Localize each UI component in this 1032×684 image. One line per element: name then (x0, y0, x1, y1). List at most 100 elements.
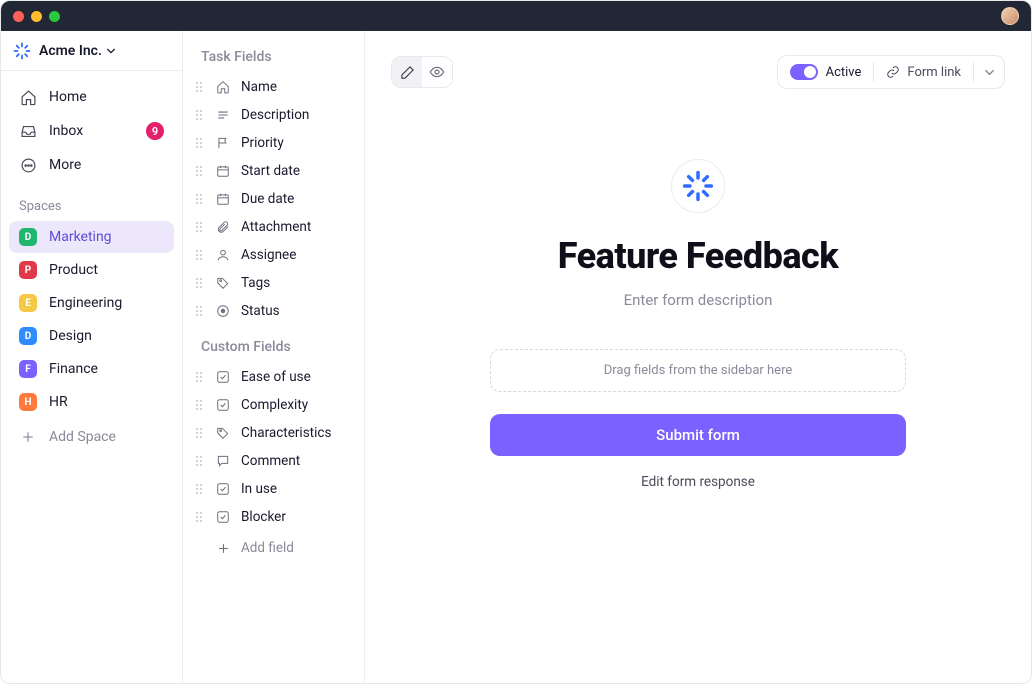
drag-handle-icon[interactable] (195, 427, 205, 439)
field-description[interactable]: Description (183, 101, 364, 129)
minimize-window-button[interactable] (31, 11, 42, 22)
space-label: Engineering (49, 295, 122, 311)
check-icon (215, 397, 231, 413)
field-complexity[interactable]: Complexity (183, 391, 364, 419)
nav-home[interactable]: Home (9, 81, 174, 113)
space-label: Marketing (49, 229, 112, 245)
form-title[interactable]: Feature Feedback (558, 235, 839, 277)
field-assignee[interactable]: Assignee (183, 241, 364, 269)
status-icon (215, 303, 231, 319)
field-label: In use (241, 481, 277, 497)
drag-handle-icon[interactable] (195, 371, 205, 383)
view-mode-group (391, 56, 453, 88)
tag-icon (215, 425, 231, 441)
chevron-down-icon (106, 46, 116, 56)
field-status[interactable]: Status (183, 297, 364, 325)
more-icon (19, 156, 37, 174)
field-name[interactable]: Name (183, 73, 364, 101)
field-label: Description (241, 107, 309, 123)
field-label: Start date (241, 163, 300, 179)
drag-handle-icon[interactable] (195, 399, 205, 411)
drag-handle-icon[interactable] (195, 137, 205, 149)
main-area: Active Form link Feature (365, 31, 1031, 683)
nav-label: Home (49, 89, 87, 105)
space-item-engineering[interactable]: EEngineering (9, 287, 174, 319)
field-attachment[interactable]: Attachment (183, 213, 364, 241)
field-priority[interactable]: Priority (183, 129, 364, 157)
field-comment[interactable]: Comment (183, 447, 364, 475)
chevron-down-icon (984, 67, 995, 78)
task-fields-header: Task Fields (183, 45, 364, 73)
maximize-window-button[interactable] (49, 11, 60, 22)
home-icon (19, 88, 37, 106)
field-due-date[interactable]: Due date (183, 185, 364, 213)
window-titlebar (1, 1, 1031, 31)
field-label: Priority (241, 135, 284, 151)
add-field-button[interactable]: Add field (183, 533, 364, 563)
active-toggle-label: Active (826, 65, 862, 80)
add-space-button[interactable]: Add Space (9, 421, 174, 453)
field-label: Blocker (241, 509, 286, 525)
active-toggle[interactable] (790, 64, 818, 80)
nav-inbox[interactable]: Inbox 9 (9, 115, 174, 147)
avatar[interactable] (1001, 7, 1019, 25)
form-link-more-button[interactable] (974, 56, 1004, 88)
form-logo (671, 159, 725, 213)
nav-label: More (49, 157, 81, 173)
fields-dropzone[interactable]: Drag fields from the sidebar here (490, 349, 906, 392)
space-label: Design (49, 328, 92, 344)
field-blocker[interactable]: Blocker (183, 503, 364, 531)
edit-form-response-link[interactable]: Edit form response (641, 474, 755, 490)
space-item-hr[interactable]: HHR (9, 386, 174, 418)
clip-icon (215, 219, 231, 235)
preview-mode-button[interactable] (422, 57, 452, 87)
edit-mode-button[interactable] (392, 57, 422, 87)
drag-handle-icon[interactable] (195, 305, 205, 317)
drag-handle-icon[interactable] (195, 483, 205, 495)
home-icon (215, 79, 231, 95)
check-icon (215, 509, 231, 525)
form-link-label: Form link (907, 65, 961, 80)
form-link-button[interactable]: Form link (874, 56, 973, 88)
close-window-button[interactable] (13, 11, 24, 22)
form-controls-group: Active Form link (777, 55, 1005, 89)
comment-icon (215, 453, 231, 469)
calendar-icon (215, 191, 231, 207)
form-description-placeholder[interactable]: Enter form description (624, 291, 773, 309)
field-tags[interactable]: Tags (183, 269, 364, 297)
submit-button[interactable]: Submit form (490, 414, 906, 456)
drag-handle-icon[interactable] (195, 221, 205, 233)
space-item-finance[interactable]: FFinance (9, 353, 174, 385)
window-controls (13, 11, 60, 22)
nav-label: Inbox (49, 123, 83, 139)
pencil-icon (400, 65, 415, 80)
space-icon: D (19, 327, 37, 345)
space-item-marketing[interactable]: D Marketing (9, 221, 174, 253)
drag-handle-icon[interactable] (195, 511, 205, 523)
space-icon: D (19, 228, 37, 246)
space-label: Finance (49, 361, 98, 377)
check-icon (215, 481, 231, 497)
plus-icon (19, 428, 37, 446)
field-start-date[interactable]: Start date (183, 157, 364, 185)
field-label: Due date (241, 191, 294, 207)
drag-handle-icon[interactable] (195, 81, 205, 93)
field-label: Tags (241, 275, 270, 291)
space-icon: H (19, 393, 37, 411)
nav-more[interactable]: More (9, 149, 174, 181)
field-ease-of-use[interactable]: Ease of use (183, 363, 364, 391)
drag-handle-icon[interactable] (195, 109, 205, 121)
tag-icon (215, 275, 231, 291)
add-space-label: Add Space (49, 429, 116, 445)
drag-handle-icon[interactable] (195, 249, 205, 261)
field-in-use[interactable]: In use (183, 475, 364, 503)
workspace-switcher[interactable]: Acme Inc. (1, 31, 182, 71)
space-item-product[interactable]: PProduct (9, 254, 174, 286)
drag-handle-icon[interactable] (195, 455, 205, 467)
drag-handle-icon[interactable] (195, 193, 205, 205)
drag-handle-icon[interactable] (195, 277, 205, 289)
link-icon (886, 65, 900, 79)
drag-handle-icon[interactable] (195, 165, 205, 177)
field-characteristics[interactable]: Characteristics (183, 419, 364, 447)
space-item-design[interactable]: D Design (9, 320, 174, 352)
